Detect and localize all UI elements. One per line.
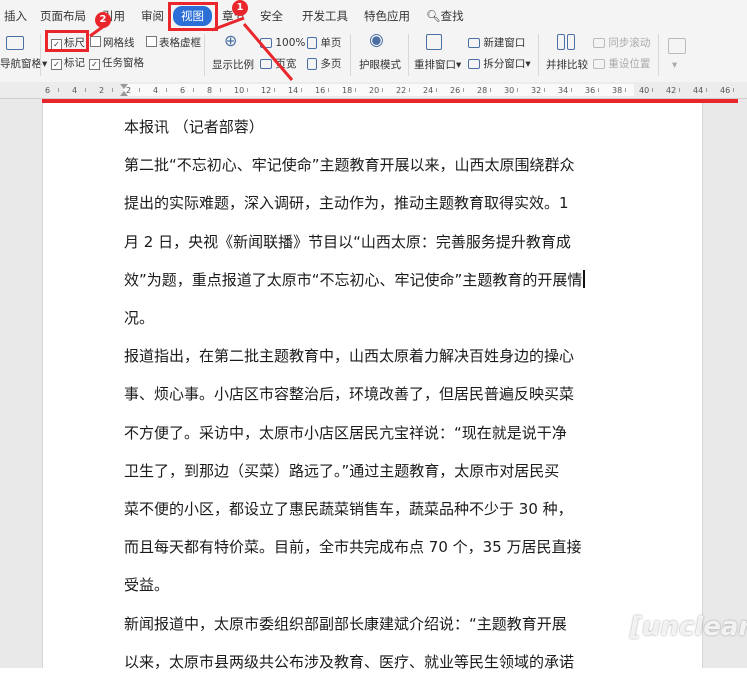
paragraph-line: 月 2 日，央视《新闻联播》节目以“山西太原：完善服务提升教育成 bbox=[124, 232, 571, 251]
paragraph-line: 事、烦心事。小店区市容整治后，环境改善了，但居民普遍反映买菜 bbox=[124, 385, 575, 404]
arrow-line bbox=[242, 23, 294, 81]
paragraph-line: 不方便了。采访中，太原市小店区居民亢宝祥说：“现在就是说干净 bbox=[124, 423, 567, 442]
watermark-logo: [unclear] bbox=[630, 612, 747, 642]
paragraph-line: 效”为题，重点报道了太原市“不忘初心、牢记使命”主题教育的开展情 bbox=[124, 261, 634, 299]
text-cursor bbox=[583, 269, 585, 288]
paragraph-line: 而且每天都有特价菜。目前，全市共完成布点 70 个，35 万居民直接 bbox=[124, 538, 582, 557]
paragraph-line: 第二批“不忘初心、牢记使命”主题教育开展以来，山西太原围绕群众 bbox=[124, 156, 575, 175]
arrow-line bbox=[211, 16, 245, 32]
paragraph-line: 提出的实际难题，深入调研，主动作为，推动主题教育取得实效。1 bbox=[124, 194, 569, 213]
paragraph-line: 本报讯 （记者部蓉） bbox=[124, 118, 264, 136]
paragraph-line: 受益。 bbox=[124, 576, 170, 595]
paragraph-line: 卫生了，到那边（买菜）路远了。”通过主题教育，太原市对居民买 bbox=[124, 461, 560, 480]
page-margin-right bbox=[702, 99, 747, 668]
paragraph-line: 况。 bbox=[124, 309, 155, 328]
document-body[interactable]: 本报讯 （记者部蓉） 第二批“不忘初心、牢记使命”主题教育开展以来，山西太原围绕… bbox=[124, 108, 634, 681]
page-margin-left bbox=[0, 99, 43, 668]
annotation-arrows bbox=[89, 16, 294, 81]
paragraph-line: 报道指出，在第二批主题教育中，山西太原着力解决百姓身边的操心 bbox=[124, 347, 575, 366]
step-badge-2: 2 bbox=[95, 12, 111, 28]
paragraph-line: 以来，太原市县两级共公布涉及教育、医疗、就业等民生领域的承诺 bbox=[124, 652, 575, 671]
paragraph-line: 新闻报道中，太原市委组织部副部长康建斌介绍说：“主题教育开展 bbox=[124, 614, 567, 633]
paragraph-line: 菜不便的小区，都设立了惠民蔬菜销售车，蔬菜品种不少于 30 种， bbox=[124, 500, 573, 519]
step-badge-1: 1 bbox=[232, 0, 248, 16]
